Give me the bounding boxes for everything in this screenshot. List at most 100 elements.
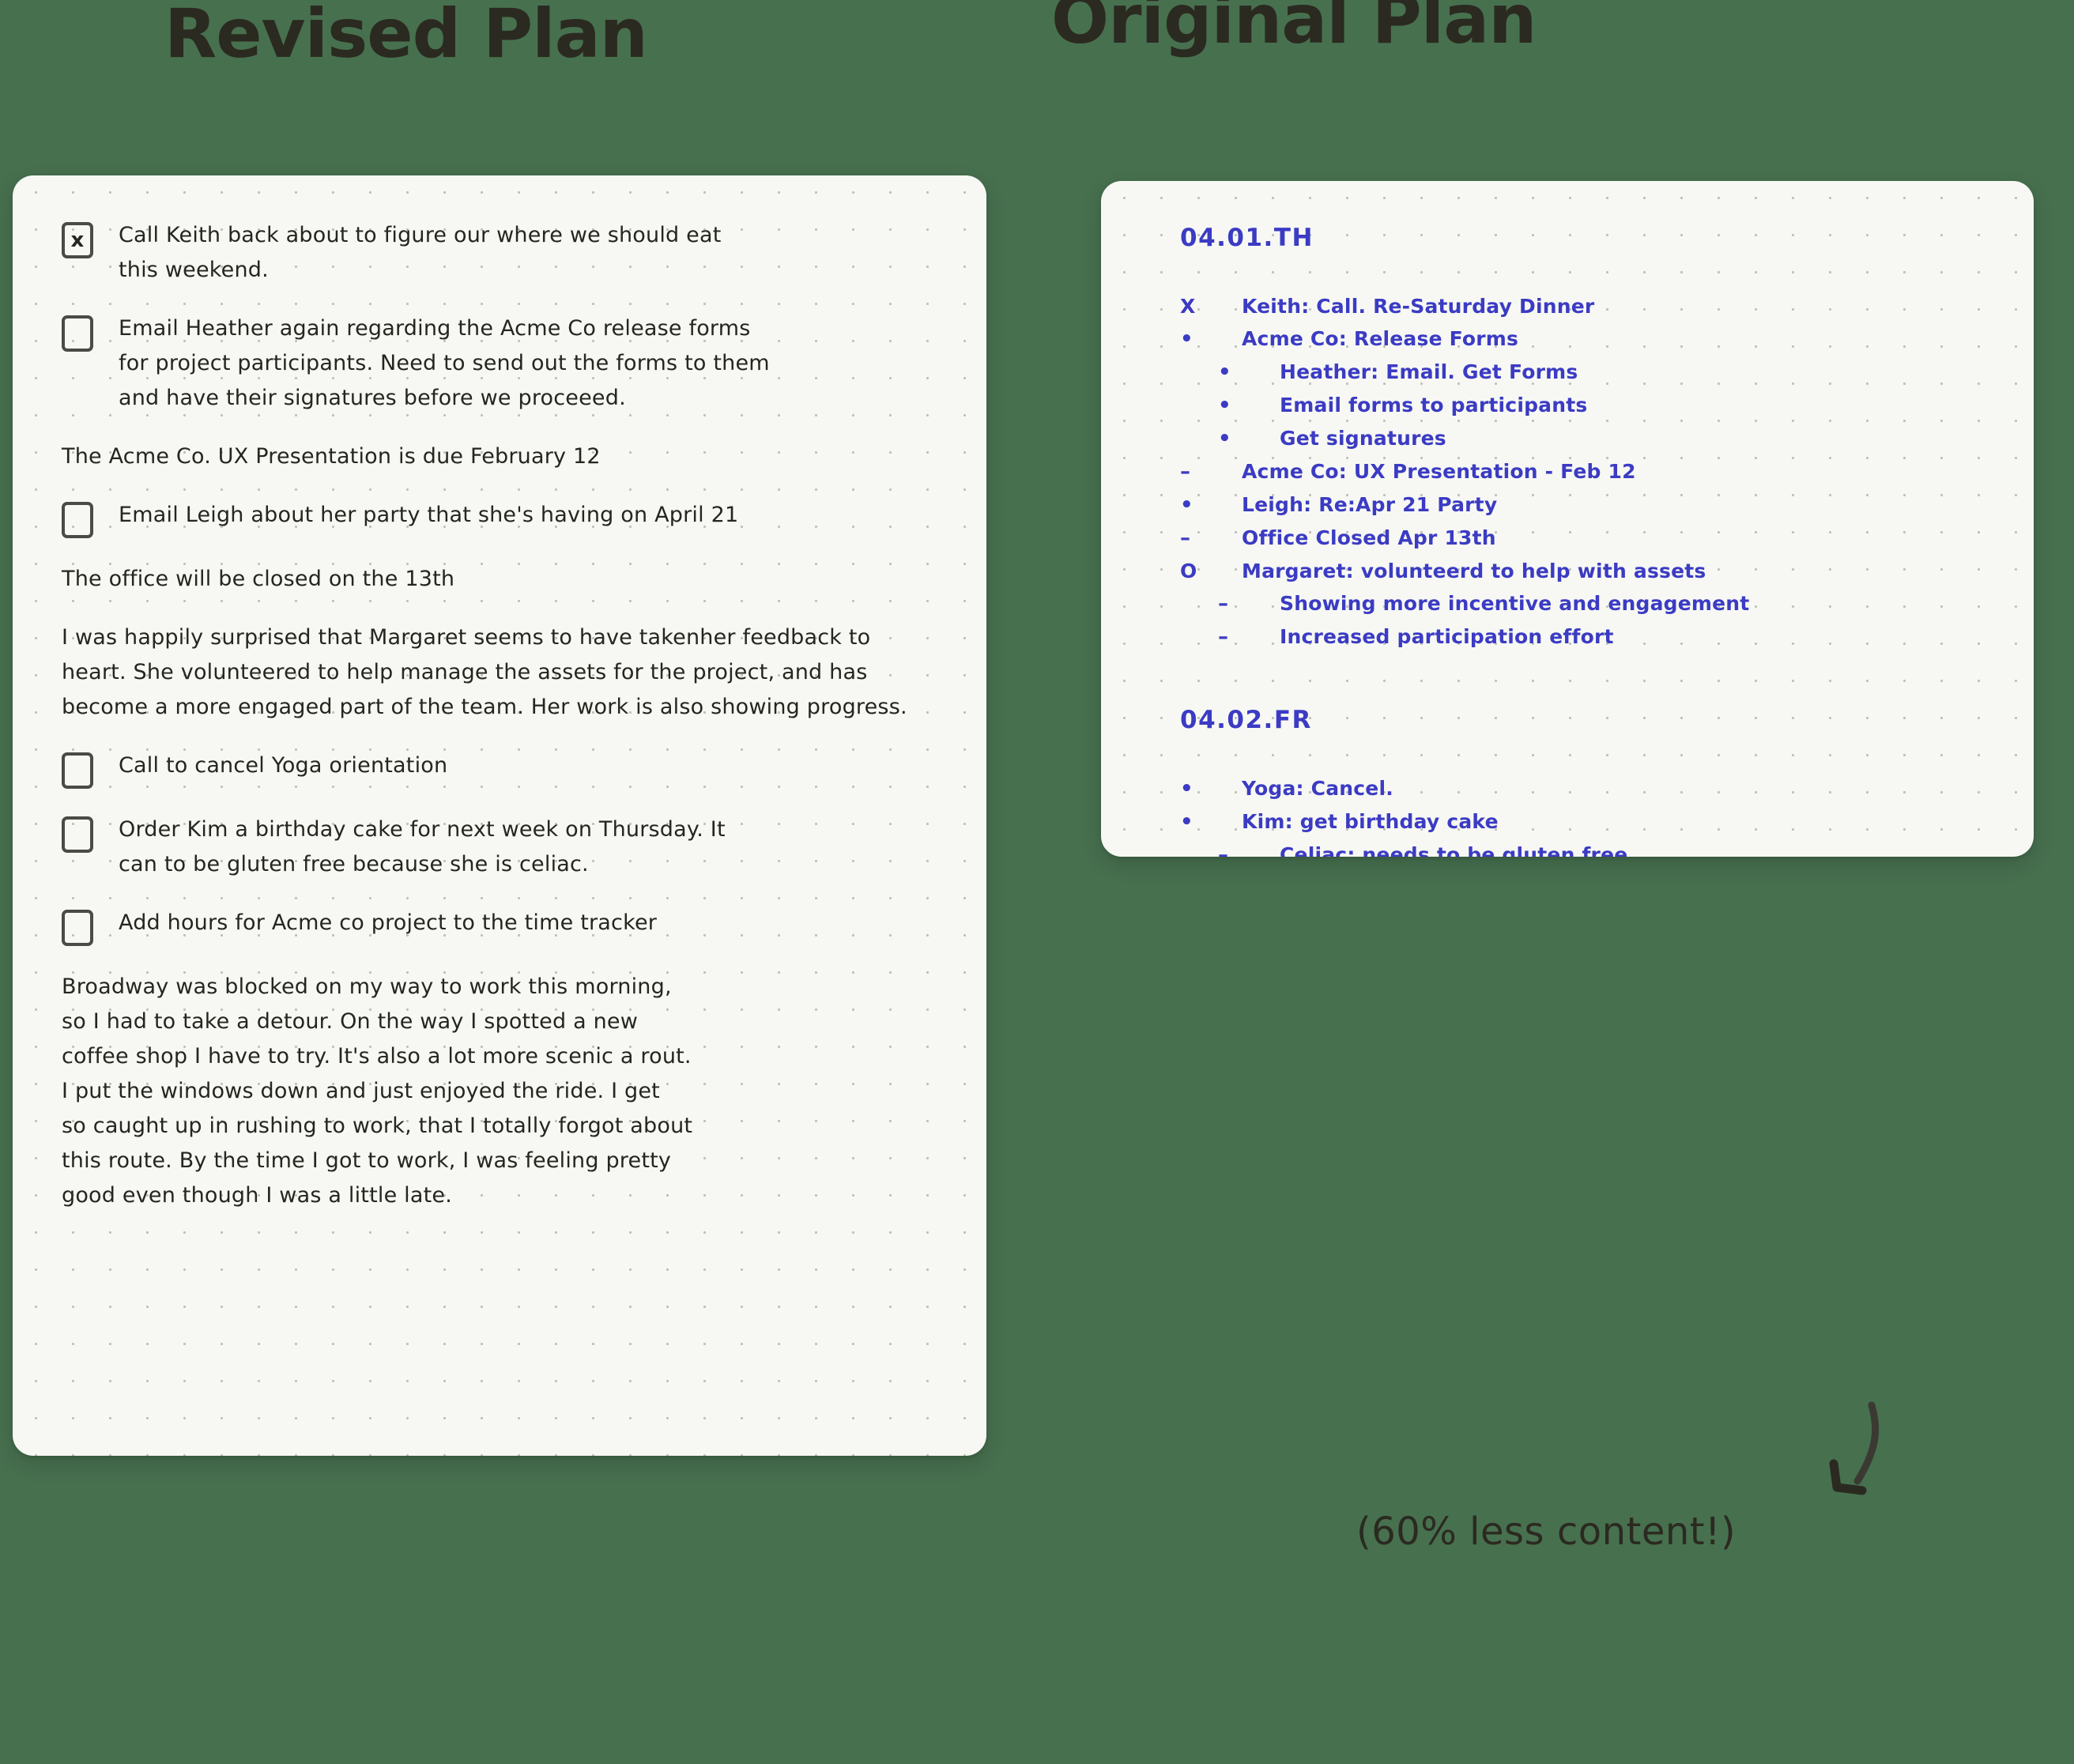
marker-dot-icon: • <box>1180 810 1193 834</box>
page-title-original-plan: Original Plan <box>1051 0 1537 59</box>
bullet-journal-entry[interactable]: • Yoga: Cancel. <box>1180 772 1986 805</box>
revised-plan-card: x Call Keith back about to figure our whe… <box>13 175 986 1456</box>
text-line: heart. She volunteered to help manage th… <box>62 660 868 684</box>
bullet-journal-entry[interactable]: • Kim: get birthday cake <box>1180 805 1986 839</box>
checkbox-unchecked[interactable] <box>62 910 93 946</box>
bullet-journal-entry[interactable]: – Acme Co: UX Presentation - Feb 12 <box>1180 455 1986 488</box>
marker-dash-icon: – <box>1218 625 1229 649</box>
journal-paragraph: Broadway was blocked on my way to work t… <box>62 970 937 1213</box>
bullet-journal-entry[interactable]: • Acme Co: Release Forms <box>1180 322 1986 356</box>
text-line: The Acme Co. UX Presentation is due Febr… <box>62 444 601 469</box>
entry-label: Email forms to participants <box>1280 394 1588 416</box>
todo-item-label: Add hours for Acme co project to the tim… <box>107 906 937 940</box>
plain-note: The Acme Co. UX Presentation is due Febr… <box>62 439 937 474</box>
checkbox-unchecked[interactable] <box>62 816 93 853</box>
text-line: and have their signatures before we proc… <box>119 386 626 410</box>
text-line: I put the windows down and just enjoyed … <box>62 1079 660 1103</box>
page-title-revised-plan: Revised Plan <box>164 0 648 74</box>
todo-item-label: Email Heather again regarding the Acme C… <box>107 311 937 416</box>
entry-label: Heather: Email. Get Forms <box>1280 360 1578 383</box>
marker-dash-icon: – <box>1180 526 1191 550</box>
todo-item[interactable]: Call to cancel Yoga orientation <box>62 748 937 789</box>
checkbox-unchecked[interactable] <box>62 752 93 789</box>
checkmark-x-icon: x <box>70 228 85 252</box>
marker-dash-icon: – <box>1218 843 1229 857</box>
text-line: Call to cancel Yoga orientation <box>119 753 448 778</box>
text-line: The office will be closed on the 13th <box>62 567 455 591</box>
todo-item[interactable]: Email Heather again regarding the Acme C… <box>62 311 937 416</box>
marker-dot-icon: • <box>1180 327 1193 351</box>
text-line: for project participants. Need to send o… <box>119 351 770 375</box>
text-line: can to be gluten free because she is cel… <box>119 852 589 876</box>
marker-dot-icon: • <box>1180 777 1193 801</box>
checkbox-unchecked[interactable] <box>62 315 93 352</box>
entry-label: Keith: Call. Re-Saturday Dinner <box>1242 295 1595 318</box>
entry-label: Get signatures <box>1280 427 1446 450</box>
entry-label: Increased participation effort <box>1280 625 1614 648</box>
text-line: I was happily surprised that Margaret se… <box>62 625 871 650</box>
bullet-journal-entry[interactable]: • Leigh: Re:Apr 21 Party <box>1180 488 1986 522</box>
text-line: so I had to take a detour. On the way I … <box>62 1009 639 1034</box>
bullet-journal-entry[interactable]: X Keith: Call. Re-Saturday Dinner <box>1180 290 1986 322</box>
checkbox-checked[interactable]: x <box>62 222 93 258</box>
original-plan-card: 04.01.TH X Keith: Call. Re-Saturday Dinner… <box>1101 181 2034 857</box>
todo-item[interactable]: x Call Keith back about to figure our whe… <box>62 218 937 288</box>
text-line: this route. By the time I got to work, I… <box>62 1148 672 1173</box>
marker-dot-icon: • <box>1218 360 1231 384</box>
marker-dash-icon: – <box>1180 460 1191 484</box>
text-line: Email Heather again regarding the Acme C… <box>119 316 751 341</box>
entry-label: Celiac: needs to be gluten free <box>1280 843 1628 857</box>
bullet-journal-entry[interactable]: • Heather: Email. Get Forms <box>1180 356 1986 389</box>
entry-label: Showing more incentive and engagement <box>1280 592 1750 615</box>
marker-o-icon: O <box>1180 560 1197 582</box>
entry-label: Yoga: Cancel. <box>1242 777 1393 800</box>
revised-plan-content: x Call Keith back about to figure our whe… <box>13 175 986 1268</box>
todo-item-label: Call to cancel Yoga orientation <box>107 748 937 783</box>
text-line: so caught up in rushing to work, that I … <box>62 1114 693 1138</box>
marker-dot-icon: • <box>1218 394 1231 417</box>
less-content-caption: (60% less content!) <box>1356 1510 1737 1554</box>
bullet-journal-entry[interactable]: – Office Closed Apr 13th <box>1180 522 1986 555</box>
bullet-journal-entry[interactable]: – Showing more incentive and engagement <box>1180 587 1986 620</box>
bullet-journal-entry[interactable]: – Increased participation effort <box>1180 620 1986 654</box>
entry-label: Leigh: Re:Apr 21 Party <box>1242 493 1498 516</box>
curved-arrow-down-left-icon <box>1802 1399 1905 1510</box>
todo-item[interactable]: Add hours for Acme co project to the tim… <box>62 906 937 946</box>
todo-item-label: Order Kim a birthday cake for next week … <box>107 812 937 882</box>
original-plan-content: 04.01.TH X Keith: Call. Re-Saturday Dinner… <box>1101 181 2034 857</box>
text-line: become a more engaged part of the team. … <box>62 695 907 719</box>
entry-label: Margaret: volunteerd to help with assets <box>1242 560 1706 582</box>
marker-dot-icon: • <box>1218 427 1231 450</box>
bullet-journal-entry[interactable]: • Email forms to participants <box>1180 389 1986 422</box>
todo-item[interactable]: Email Leigh about her party that she's h… <box>62 498 937 538</box>
checkbox-unchecked[interactable] <box>62 502 93 538</box>
entry-label: Acme Co: Release Forms <box>1242 327 1519 350</box>
plain-note: The office will be closed on the 13th <box>62 562 937 597</box>
entry-label: Acme Co: UX Presentation - Feb 12 <box>1242 460 1636 483</box>
marker-dot-icon: • <box>1180 493 1193 517</box>
entry-label: Kim: get birthday cake <box>1242 810 1499 833</box>
date-heading: 04.02.FR <box>1180 706 1312 734</box>
entry-label: Office Closed Apr 13th <box>1242 526 1496 549</box>
marker-dash-icon: – <box>1218 592 1229 616</box>
bullet-journal-entry[interactable]: • Get signatures <box>1180 422 1986 455</box>
todo-item-label: Email Leigh about her party that she's h… <box>107 498 937 533</box>
todo-item[interactable]: Order Kim a birthday cake for next week … <box>62 812 937 882</box>
bullet-journal-entry[interactable]: – Celiac: needs to be gluten free <box>1180 839 1986 857</box>
date-heading: 04.01.TH <box>1180 224 1314 252</box>
text-line: Call Keith back about to figure our wher… <box>119 223 722 247</box>
bullet-journal-entry[interactable]: O Margaret: volunteerd to help with asset… <box>1180 555 1986 587</box>
